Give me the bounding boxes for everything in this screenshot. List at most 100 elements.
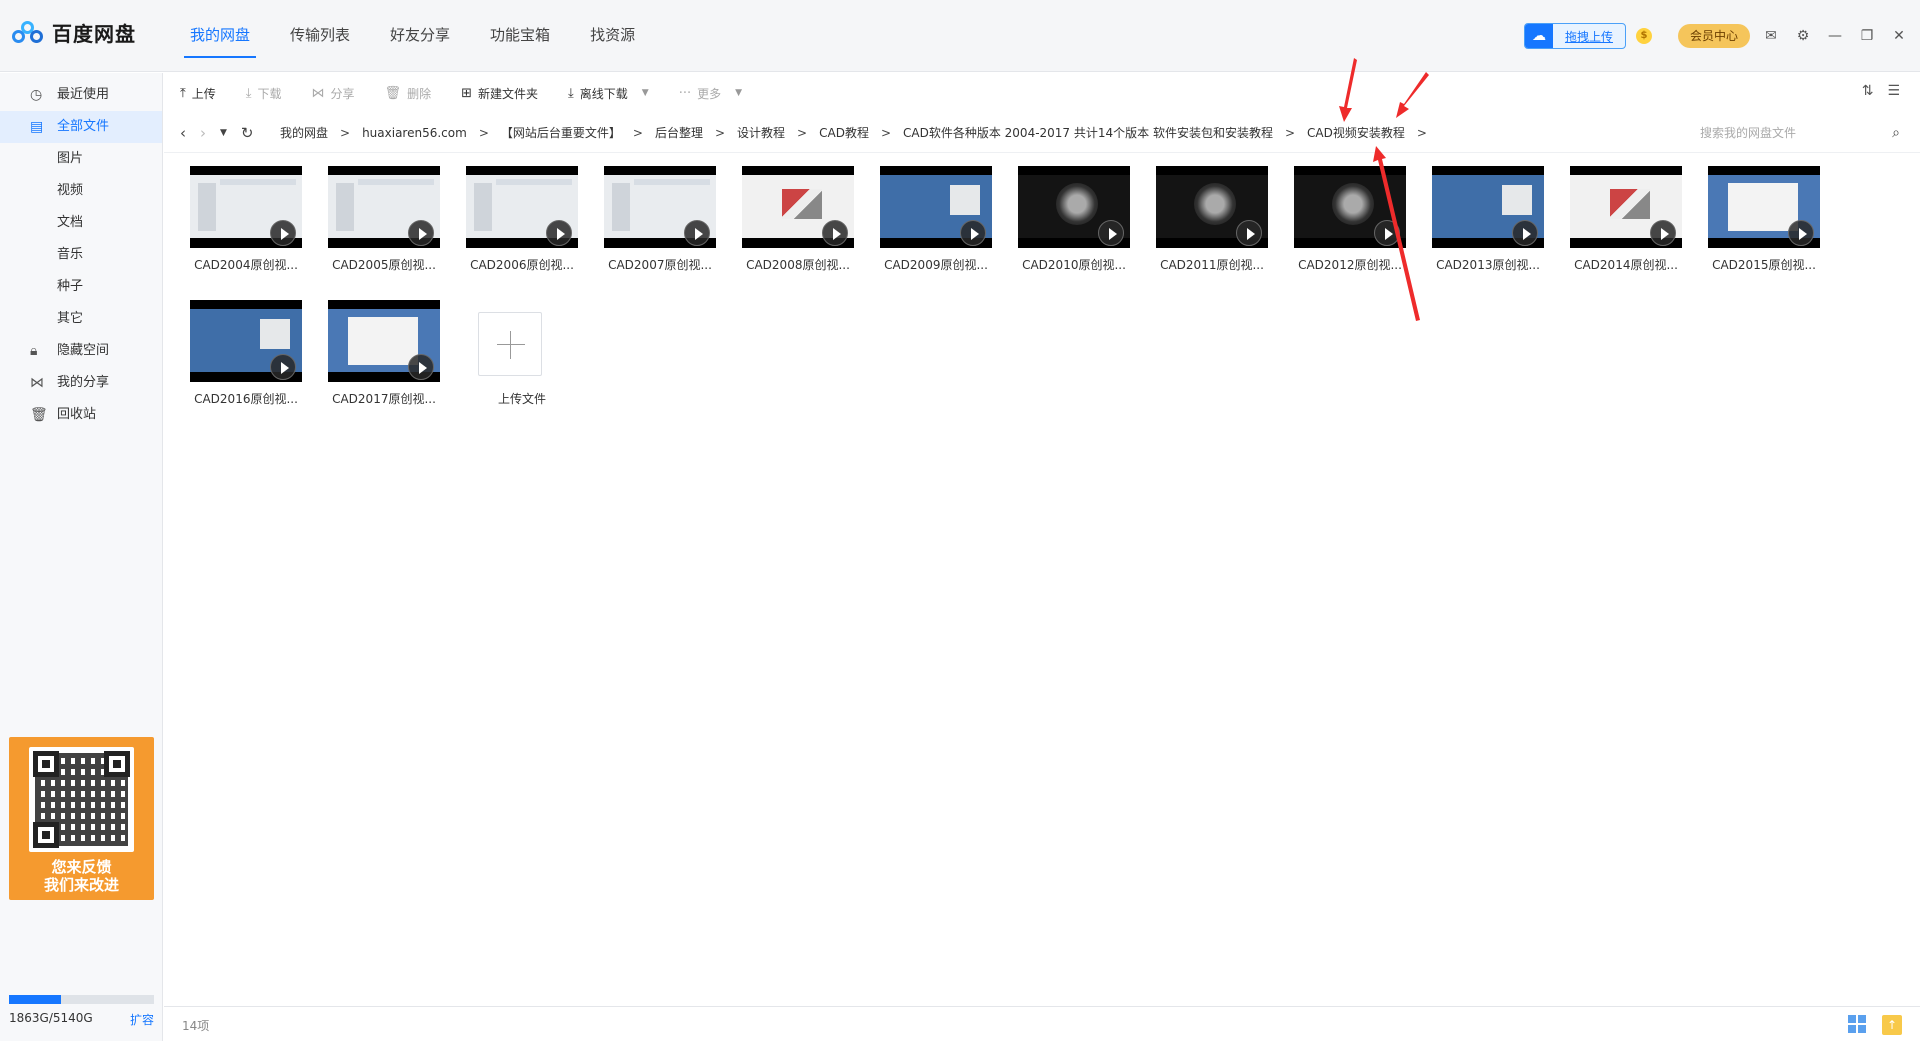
- upload-file-label: 上传文件: [497, 392, 546, 406]
- storage-usage: 1863G/5140G: [9, 1011, 93, 1025]
- video-file-tile[interactable]: CAD2015原创视...: [1708, 166, 1846, 278]
- refresh-icon[interactable]: ↻: [241, 124, 254, 142]
- video-thumbnail: [190, 300, 302, 382]
- play-icon[interactable]: [408, 220, 434, 246]
- play-icon[interactable]: [408, 354, 434, 380]
- play-icon[interactable]: [546, 220, 572, 246]
- play-icon[interactable]: [822, 220, 848, 246]
- video-file-tile[interactable]: CAD2009原创视...: [880, 166, 1018, 278]
- expand-storage-link[interactable]: 扩容: [130, 1011, 154, 1028]
- drag-upload-button[interactable]: ☁ 拖拽上传: [1523, 23, 1626, 49]
- scroll-top-icon[interactable]: ↑: [1882, 1015, 1902, 1035]
- list-view-icon[interactable]: ☰: [1887, 83, 1900, 99]
- storage-progress-bar: [9, 995, 154, 1004]
- play-icon[interactable]: [1374, 220, 1400, 246]
- breadcrumb-separator[interactable]: >: [1411, 126, 1433, 140]
- app-grid-icon[interactable]: [1848, 1015, 1866, 1033]
- play-icon[interactable]: [684, 220, 710, 246]
- top-nav: 我的网盘 传输列表 好友分享 功能宝箱 找资源: [170, 0, 655, 72]
- search-icon[interactable]: ⌕: [1892, 125, 1900, 141]
- play-icon[interactable]: [1788, 220, 1814, 246]
- storage-progress-fill: [9, 995, 62, 1004]
- feedback-qr-banner[interactable]: 您来反馈 我们来改进: [9, 737, 154, 900]
- nav-friend-share[interactable]: 好友分享: [370, 0, 470, 72]
- file-name: CAD2013原创视...: [1436, 258, 1540, 272]
- video-file-tile[interactable]: CAD2005原创视...: [328, 166, 466, 278]
- breadcrumb-item[interactable]: 后台整理: [649, 124, 709, 141]
- restore-icon[interactable]: ❐: [1856, 25, 1878, 47]
- breadcrumb-item[interactable]: CAD软件各种版本 2004-2017 共计14个版本 软件安装包和安装教程: [897, 124, 1279, 141]
- sidebar-item-recycle-bin[interactable]: 🗑︎ 回收站: [0, 399, 162, 431]
- search-input[interactable]: [1700, 126, 1870, 140]
- nav-toolbox[interactable]: 功能宝箱: [470, 0, 570, 72]
- video-file-tile[interactable]: CAD2010原创视...: [1018, 166, 1156, 278]
- nav-find-resources[interactable]: 找资源: [570, 0, 655, 72]
- mail-icon[interactable]: ✉: [1760, 25, 1782, 47]
- video-file-tile[interactable]: CAD2004原创视...: [190, 166, 328, 278]
- feedback-text: 您来反馈 我们来改进: [43, 858, 119, 894]
- video-file-tile[interactable]: CAD2014原创视...: [1570, 166, 1708, 278]
- breadcrumb-item[interactable]: CAD教程: [813, 124, 875, 141]
- video-file-tile[interactable]: CAD2011原创视...: [1156, 166, 1294, 278]
- play-icon[interactable]: [960, 220, 986, 246]
- sort-icon[interactable]: ⇅: [1862, 83, 1874, 99]
- back-icon[interactable]: ‹: [180, 124, 186, 142]
- file-name: CAD2009原创视...: [884, 258, 988, 272]
- offline-download-button[interactable]: ⤓ 离线下载 ▼: [568, 85, 649, 102]
- sidebar-item-documents[interactable]: 文档: [0, 207, 162, 239]
- gear-icon[interactable]: ⚙: [1792, 25, 1814, 47]
- title-actions: ☁ 拖拽上传 $ 会员中心 ✉ ⚙ — ❐ ✕: [1523, 22, 1910, 50]
- breadcrumb-item[interactable]: huaxiaren56.com: [356, 126, 473, 140]
- history-dropdown-icon[interactable]: ▼: [220, 128, 227, 138]
- delete-button[interactable]: 🗑︎ 删除: [385, 85, 432, 102]
- sidebar-item-torrents[interactable]: 种子: [0, 271, 162, 303]
- coin-icon[interactable]: $: [1635, 28, 1652, 44]
- close-icon[interactable]: ✕: [1888, 25, 1910, 47]
- breadcrumb-separator: >: [1284, 125, 1296, 140]
- new-folder-button[interactable]: ⊞ 新建文件夹: [461, 85, 538, 102]
- breadcrumb-item[interactable]: 我的网盘: [274, 124, 334, 141]
- download-button[interactable]: ⤓ 下载: [246, 85, 282, 102]
- sidebar-item-images[interactable]: 图片: [0, 143, 162, 175]
- sidebar-item-my-shares[interactable]: ⋈ 我的分享: [0, 367, 162, 399]
- play-icon[interactable]: [1236, 220, 1262, 246]
- sidebar-item-hidden-space[interactable]: 🔒︎ 隐藏空间: [0, 335, 162, 367]
- breadcrumb-item[interactable]: 设计教程: [731, 124, 791, 141]
- video-file-tile[interactable]: CAD2013原创视...: [1432, 166, 1570, 278]
- nav-transfer-list[interactable]: 传输列表: [270, 0, 370, 72]
- video-thumbnail: [742, 166, 854, 248]
- forward-icon[interactable]: ›: [200, 124, 206, 142]
- baidu-cloud-logo-icon: [12, 19, 44, 47]
- upload-file-tile[interactable]: 上传文件: [466, 300, 604, 412]
- breadcrumb-item[interactable]: 【网站后台重要文件】: [495, 124, 627, 141]
- vip-center-button[interactable]: 会员中心: [1677, 24, 1750, 48]
- video-file-tile[interactable]: CAD2008原创视...: [742, 166, 880, 278]
- play-icon[interactable]: [1512, 220, 1538, 246]
- sidebar-item-label: 我的分享: [57, 375, 110, 390]
- video-file-tile[interactable]: CAD2012原创视...: [1294, 166, 1432, 278]
- video-file-tile[interactable]: CAD2017原创视...: [328, 300, 466, 412]
- more-button[interactable]: ··· 更多 ▼: [679, 85, 742, 102]
- sidebar-item-all-files[interactable]: ▤ 全部文件: [0, 111, 162, 143]
- file-name: CAD2004原创视...: [194, 258, 298, 272]
- nav-my-disk[interactable]: 我的网盘: [170, 0, 270, 72]
- breadcrumb-current[interactable]: CAD视频安装教程: [1301, 124, 1411, 141]
- play-icon[interactable]: [1650, 220, 1676, 246]
- file-grid: CAD2004原创视... CAD2005原创视... CAD2006原创视... C…: [190, 166, 1910, 412]
- sidebar-item-recent[interactable]: ◷ 最近使用: [0, 79, 162, 111]
- sidebar-item-label: 图片: [57, 151, 84, 166]
- breadcrumb-separator: >: [632, 125, 643, 140]
- app-logo[interactable]: 百度网盘: [12, 18, 136, 47]
- sidebar-item-music[interactable]: 音乐: [0, 239, 162, 271]
- video-file-tile[interactable]: CAD2007原创视...: [604, 166, 742, 278]
- sidebar-item-videos[interactable]: 视频: [0, 175, 162, 207]
- upload-button[interactable]: ⤒ 上传: [180, 85, 216, 102]
- minimize-icon[interactable]: —: [1824, 25, 1846, 47]
- video-file-tile[interactable]: CAD2006原创视...: [466, 166, 604, 278]
- play-icon[interactable]: [270, 354, 296, 380]
- sidebar-item-other[interactable]: 其它: [0, 303, 162, 335]
- play-icon[interactable]: [270, 220, 296, 246]
- play-icon[interactable]: [1098, 220, 1124, 246]
- share-button[interactable]: ⋈ 分享: [312, 85, 355, 102]
- video-file-tile[interactable]: CAD2016原创视...: [190, 300, 328, 412]
